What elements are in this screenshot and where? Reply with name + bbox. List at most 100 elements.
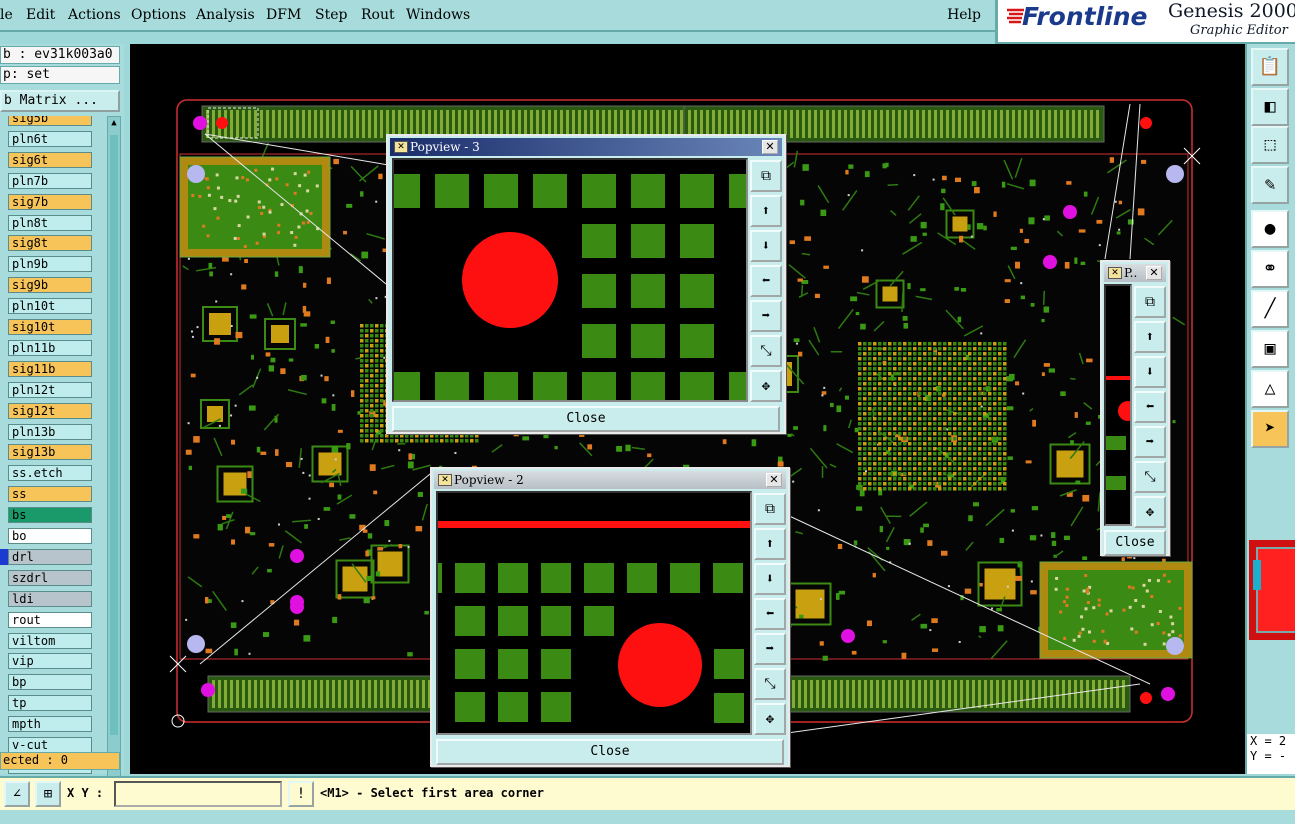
pan-right-icon[interactable]: ➡ [754, 633, 786, 665]
layer-item-pln12t[interactable]: pln12t [8, 381, 92, 398]
popview-2-view[interactable] [436, 491, 752, 735]
popview-2-close-icon[interactable]: ✕ [766, 473, 782, 487]
menu-file[interactable]: le [0, 7, 13, 23]
layer-item-bo[interactable]: bo [8, 528, 92, 544]
layer-item-pln10t[interactable]: pln10t [8, 298, 92, 315]
zoom-center-icon[interactable]: ✥ [1134, 496, 1166, 528]
snap-icon[interactable]: ◧ [1251, 88, 1289, 126]
xy-input[interactable] [114, 781, 282, 807]
net-icon[interactable]: ⚭ [1251, 250, 1289, 288]
pan-up-icon[interactable]: ⬆ [1134, 321, 1166, 353]
popview-small-view[interactable] [1104, 284, 1132, 526]
layer-item-sig10t[interactable]: sig10t [8, 319, 92, 335]
scroll-thumb[interactable] [110, 135, 118, 735]
menu-options[interactable]: Options [131, 7, 186, 23]
zoom-center-icon[interactable]: ✥ [754, 703, 786, 735]
pan-right-icon[interactable]: ➡ [1134, 426, 1166, 458]
popview-2-close-button[interactable]: Close [436, 739, 784, 765]
bga-ball [923, 482, 927, 486]
grid-icon[interactable]: ⊞ [35, 781, 61, 807]
zoom-fit-icon[interactable]: ⤡ [1134, 461, 1166, 493]
zoom-window-icon[interactable]: ⧉ [754, 493, 786, 525]
layer-item-pln9b[interactable]: pln9b [8, 256, 92, 273]
layer-item-ldi[interactable]: ldi [8, 590, 92, 607]
zoom-center-icon[interactable]: ✥ [750, 370, 782, 402]
pan-down-icon[interactable]: ⬇ [754, 563, 786, 595]
bga-ball [863, 352, 867, 356]
layer-item-pln7b[interactable]: pln7b [8, 172, 92, 189]
pan-down-icon[interactable]: ⬇ [750, 230, 782, 262]
popview-small-close-icon[interactable]: ✕ [1146, 266, 1162, 280]
pan-left-icon[interactable]: ⬅ [750, 265, 782, 297]
layer-item-sig11b[interactable]: sig11b [8, 360, 92, 377]
popview-3-titlebar[interactable]: ✕ Popview - 3 ✕ [390, 138, 782, 156]
select-arrow-icon[interactable]: ➤ [1251, 410, 1289, 448]
layer-item-pln6t[interactable]: pln6t [8, 130, 92, 147]
clipboard-icon[interactable]: 📋 [1251, 48, 1289, 86]
zoom-window-icon[interactable]: ⧉ [750, 160, 782, 192]
feature-add-icon[interactable]: ● [1251, 210, 1289, 248]
fit-icon[interactable]: ⬚ [1251, 126, 1289, 164]
pan-left-icon[interactable]: ⬅ [1134, 391, 1166, 423]
layer-item-szdrl[interactable]: szdrl [8, 569, 92, 586]
menu-dfm[interactable]: DFM [266, 7, 301, 23]
layer-item-viltom[interactable]: viltom [8, 632, 92, 649]
layer-item-sig13b[interactable]: sig13b [8, 444, 92, 461]
pan-down-icon[interactable]: ⬇ [1134, 356, 1166, 388]
angle-icon[interactable]: ∠ [4, 781, 30, 807]
layer-item-rout[interactable]: rout [8, 611, 92, 628]
mini-map[interactable] [1247, 540, 1295, 640]
layer-item-bs[interactable]: bs [8, 507, 92, 524]
layer-scrollbar[interactable]: ▲ ▼ [107, 116, 121, 790]
bga-ball [993, 432, 997, 436]
layer-item-sig12t[interactable]: sig12t [8, 402, 92, 419]
tools-icon[interactable]: ✎ [1251, 166, 1289, 204]
menu-edit[interactable]: Edit [26, 7, 55, 23]
bga-ball [978, 447, 982, 451]
popview-2-titlebar[interactable]: ✕ Popview - 2 ✕ [434, 471, 786, 489]
alert-icon[interactable]: ! [288, 781, 314, 807]
scroll-up-icon[interactable]: ▲ [109, 118, 119, 128]
layer-item-pln11b[interactable]: pln11b [8, 339, 92, 356]
layer-item-pln8t[interactable]: pln8t [8, 214, 92, 231]
layer-item-sig8t[interactable]: sig8t [8, 235, 92, 252]
zoom-fit-icon[interactable]: ⤡ [754, 668, 786, 700]
menu-rout[interactable]: Rout [361, 7, 395, 23]
pan-left-icon[interactable]: ⬅ [754, 598, 786, 630]
menu-actions[interactable]: Actions [68, 7, 121, 23]
menu-help[interactable]: Help [947, 7, 981, 23]
layer-item-sig9b[interactable]: sig9b [8, 277, 92, 294]
bga-ball [968, 432, 972, 436]
pan-up-icon[interactable]: ⬆ [754, 528, 786, 560]
popview-3-view[interactable] [392, 158, 748, 402]
measure-icon[interactable]: △ [1251, 370, 1289, 408]
layer-item-vip[interactable]: vip [8, 653, 92, 670]
popview-small-titlebar[interactable]: ✕ P.. ✕ [1104, 264, 1166, 282]
popview-small-close-button[interactable]: Close [1104, 530, 1166, 556]
layer-item-tp[interactable]: tp [8, 695, 92, 712]
menu-step[interactable]: Step [315, 7, 347, 23]
zoom-fit-icon[interactable]: ⤡ [750, 335, 782, 367]
layer-item-ss.etch[interactable]: ss.etch [8, 465, 92, 482]
line-icon[interactable]: ╱ [1251, 290, 1289, 328]
pan-right-icon[interactable]: ➡ [750, 300, 782, 332]
popview-3-close-icon[interactable]: ✕ [762, 140, 778, 154]
menu-analysis[interactable]: Analysis [196, 7, 255, 23]
smd-pad [185, 449, 192, 455]
zoom-window-icon[interactable]: ⧉ [1134, 286, 1166, 318]
layer-item-bp[interactable]: bp [8, 674, 92, 691]
layer-item-sig7b[interactable]: sig7b [8, 193, 92, 210]
matrix-button[interactable]: b Matrix ... [0, 90, 120, 112]
layer-item-drl[interactable]: drl [8, 548, 92, 565]
bga-ball [365, 439, 369, 443]
layer-item-mpth[interactable]: mpth [8, 716, 92, 733]
layer-item-sig5b[interactable]: sig5b [8, 116, 92, 126]
pan-up-icon[interactable]: ⬆ [750, 195, 782, 227]
pad-icon[interactable]: ▣ [1251, 330, 1289, 368]
layer-item-sig6t[interactable]: sig6t [8, 151, 92, 168]
menu-windows[interactable]: Windows [406, 7, 470, 23]
layer-item-ss[interactable]: ss [8, 486, 92, 503]
popview-3-close-button[interactable]: Close [392, 406, 780, 432]
layer-item-v-cut[interactable]: v-cut [8, 737, 92, 753]
layer-item-pln13b[interactable]: pln13b [8, 423, 92, 440]
